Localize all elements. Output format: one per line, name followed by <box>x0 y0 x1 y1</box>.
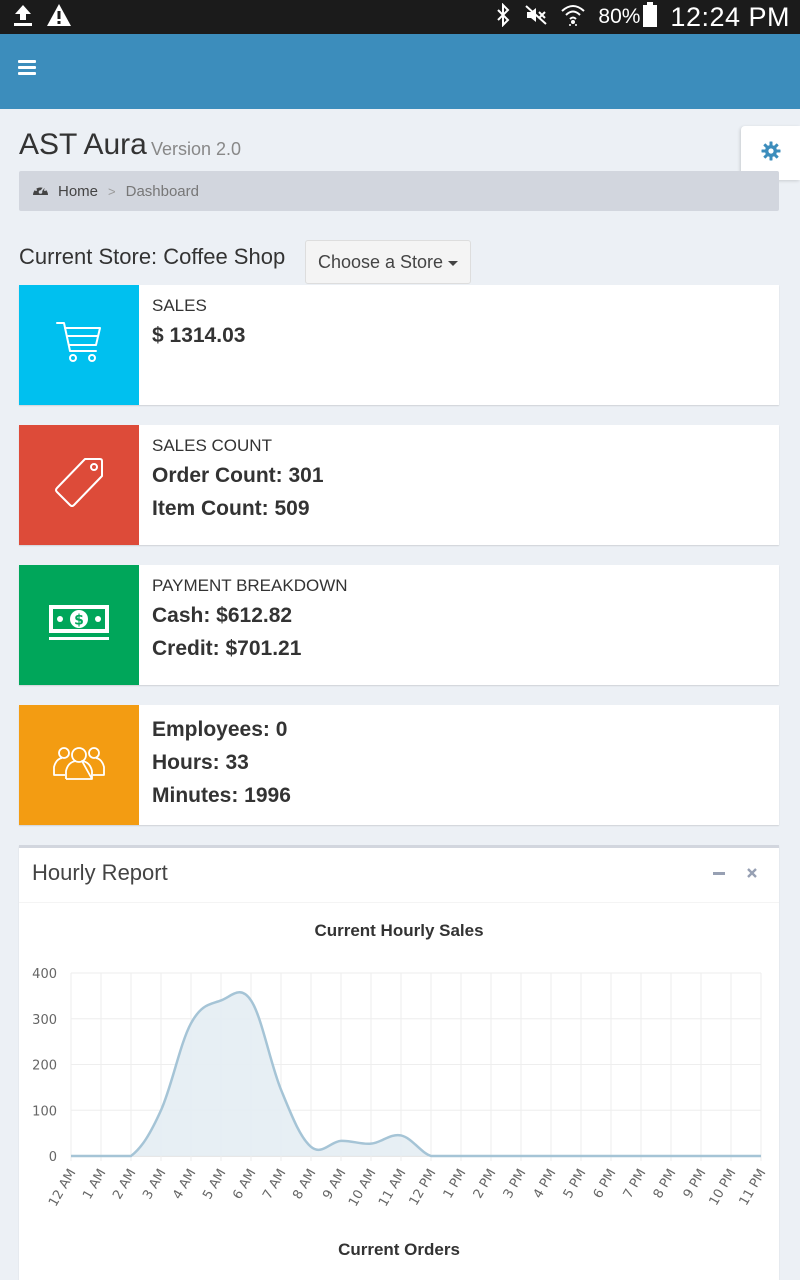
x-tick-label: 10 PM <box>707 1167 740 1209</box>
current-store-label: Current Store: Coffee Shop <box>19 244 286 269</box>
payment-label: PAYMENT BREAKDOWN <box>152 576 348 595</box>
x-tick-label: 5 PM <box>561 1167 590 1202</box>
upload-icon <box>12 3 34 31</box>
warning-icon <box>46 3 72 31</box>
x-tick-label: 4 PM <box>531 1167 560 1202</box>
sales-value: $ 1314.03 <box>152 324 246 347</box>
sales-count-label: SALES COUNT <box>152 436 272 455</box>
x-tick-label: 3 AM <box>140 1167 169 1203</box>
payment-icon-box: $ <box>19 565 139 685</box>
breadcrumb-current: Dashboard <box>125 182 199 200</box>
y-tick-label: 400 <box>32 967 57 982</box>
mute-icon <box>524 3 548 31</box>
y-tick-label: 100 <box>32 1104 57 1119</box>
x-tick-label: 6 PM <box>591 1167 620 1202</box>
sales-icon-box <box>19 285 139 405</box>
breadcrumb: Home > Dashboard <box>19 171 779 211</box>
employees-info-box: Employees: 0 Hours: 33 Minutes: 1996 <box>19 705 779 825</box>
sales-info-box: SALES $ 1314.03 <box>19 285 779 405</box>
x-tick-label: 1 PM <box>441 1167 470 1202</box>
choose-store-button[interactable]: Choose a Store <box>305 240 471 284</box>
x-tick-label: 9 PM <box>681 1167 710 1202</box>
minutes-value: Minutes: 1996 <box>152 784 291 807</box>
clock: 12:24 PM <box>670 1 790 32</box>
hamburger-menu-icon[interactable] <box>18 60 38 82</box>
x-tick-label: 7 PM <box>621 1167 650 1202</box>
dashboard-icon <box>32 182 49 200</box>
breadcrumb-separator: > <box>108 183 116 199</box>
credit-value: Credit: $701.21 <box>152 637 302 660</box>
sales-label: SALES <box>152 296 207 315</box>
battery-icon <box>642 2 658 32</box>
x-tick-label: 2 AM <box>110 1167 139 1203</box>
employees-icon-box <box>19 705 139 825</box>
x-tick-label: 8 AM <box>290 1167 319 1203</box>
report-title: Hourly Report <box>32 860 168 885</box>
x-tick-label: 10 AM <box>346 1167 379 1210</box>
x-tick-label: 5 AM <box>200 1167 229 1203</box>
breadcrumb-home-link[interactable]: Home <box>58 183 98 200</box>
x-tick-label: 8 PM <box>651 1167 680 1202</box>
svg-text:$: $ <box>74 613 84 629</box>
choose-store-label: Choose a Store <box>317 251 444 272</box>
x-tick-label: 7 AM <box>260 1167 289 1203</box>
app-header <box>0 34 800 109</box>
y-tick-label: 300 <box>32 1013 57 1028</box>
x-tick-label: 11 AM <box>376 1167 409 1210</box>
tag-icon <box>53 456 105 514</box>
payment-info-box: $ PAYMENT BREAKDOWN Cash: $612.82 Credit… <box>19 565 779 685</box>
caret-down-icon <box>448 261 459 266</box>
battery-percentage: 80% <box>598 5 641 28</box>
chart-title: Current Hourly Sales <box>314 921 484 940</box>
hourly-report-box: Hourly Report Current Hourly Sales 400 30… <box>19 845 779 1280</box>
status-bar: 80% 12:24 PM <box>0 0 800 34</box>
users-icon <box>52 745 106 785</box>
sales-count-info-box: SALES COUNT Order Count: 301 Item Count:… <box>19 425 779 545</box>
x-tick-label: 3 PM <box>501 1167 530 1202</box>
employees-value: Employees: 0 <box>152 718 288 741</box>
x-tick-label: 12 AM <box>46 1167 79 1210</box>
cart-icon <box>55 320 103 370</box>
order-count-value: Order Count: 301 <box>152 464 324 487</box>
hourly-sales-chart: 4003002001000 12 AM 1 AM 2 AM 3 AM 4 AM 5 AM 6… <box>32 967 770 1210</box>
x-tick-label: 2 PM <box>471 1167 500 1202</box>
current-orders-title: Current Orders <box>338 1240 460 1259</box>
wifi-icon <box>560 2 586 32</box>
x-tick-label: 6 AM <box>230 1167 259 1203</box>
y-tick-label: 0 <box>49 1150 57 1165</box>
gear-icon <box>761 141 781 165</box>
bluetooth-icon <box>494 2 512 31</box>
x-tick-label: 9 AM <box>320 1167 349 1203</box>
x-tick-label: 4 AM <box>170 1167 199 1203</box>
cash-value: Cash: $612.82 <box>152 604 293 627</box>
minus-icon[interactable] <box>709 863 729 883</box>
close-icon[interactable] <box>742 863 762 883</box>
sales-count-icon-box <box>19 425 139 545</box>
report-header: Hourly Report <box>19 848 779 903</box>
page-title: AST Aura <box>19 128 147 161</box>
y-tick-label: 200 <box>32 1059 57 1074</box>
page-version: Version 2.0 <box>151 139 242 159</box>
x-tick-label: 11 PM <box>737 1167 770 1209</box>
hours-value: Hours: 33 <box>152 751 249 774</box>
x-tick-label: 1 AM <box>80 1167 109 1203</box>
item-count-value: Item Count: 509 <box>152 497 310 520</box>
money-icon: $ <box>49 603 109 647</box>
x-tick-label: 12 PM <box>407 1167 440 1209</box>
